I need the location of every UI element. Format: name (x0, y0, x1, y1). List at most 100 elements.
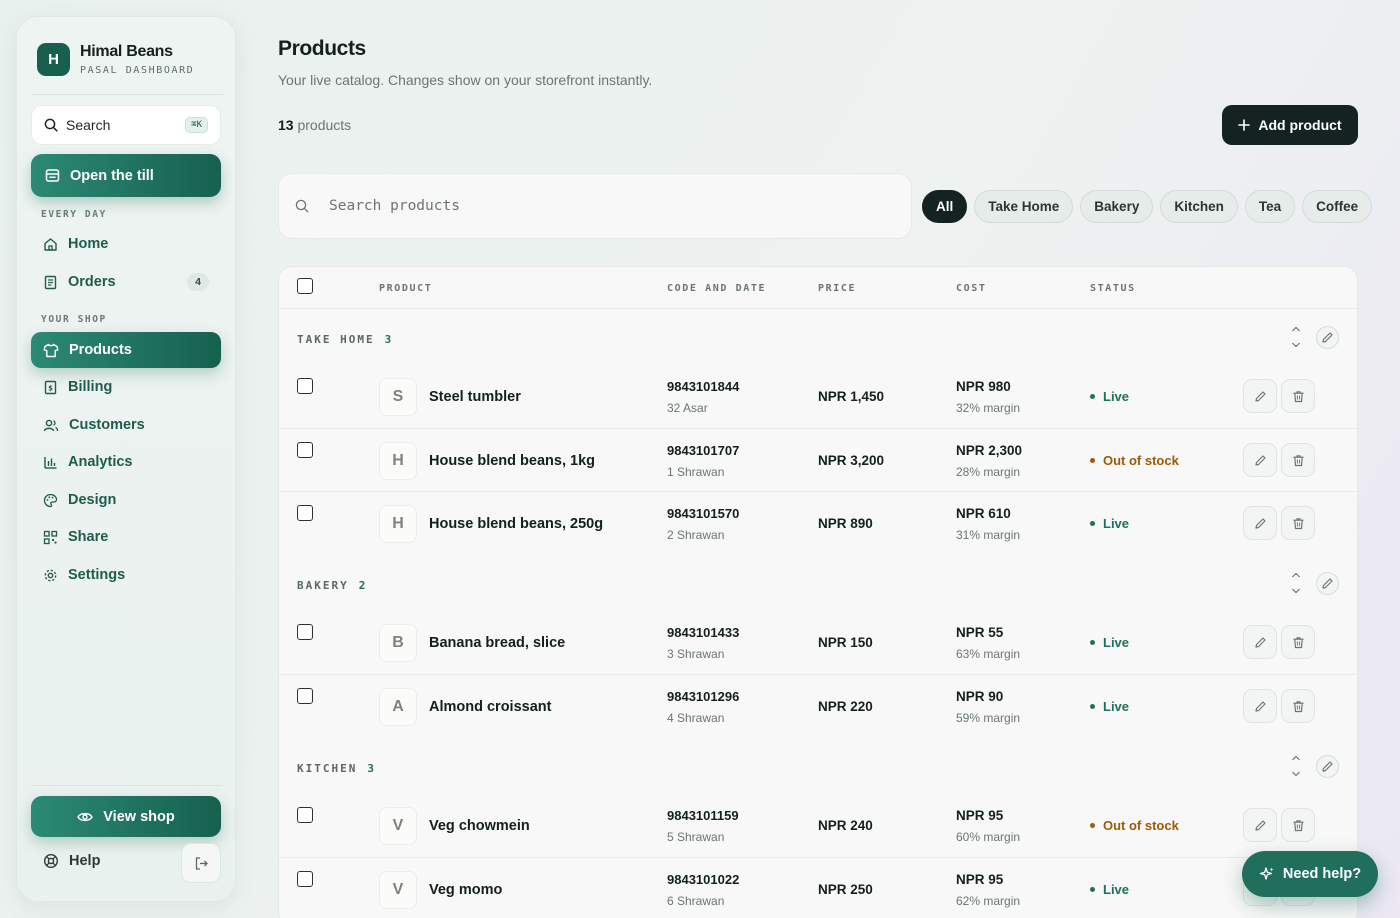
view-shop-label: View shop (103, 808, 175, 825)
trash-icon (1292, 517, 1305, 530)
row-checkbox[interactable] (297, 871, 313, 887)
filter-chip-tea[interactable]: Tea (1244, 190, 1296, 223)
product-code: 9843101844 (667, 379, 740, 394)
edit-product-button[interactable] (1243, 689, 1277, 723)
table-row[interactable]: V Veg chowmein 9843101159 5 Shrawan NPR 240 N… (279, 794, 1357, 857)
product-search-input[interactable] (329, 198, 849, 214)
product-cost: NPR 2,300 (956, 443, 1023, 458)
product-cost: NPR 980 (956, 379, 1011, 394)
sidebar-item-billing[interactable]: $ Billing (31, 369, 221, 405)
svg-text:$: $ (48, 384, 53, 392)
table-row[interactable]: A Almond croissant 9843101296 4 Shrawan NPR … (279, 674, 1357, 737)
edit-product-button[interactable] (1243, 443, 1277, 477)
product-margin: 63% margin (956, 647, 1021, 661)
filter-chip-kitchen[interactable]: Kitchen (1160, 190, 1238, 223)
sidebar-item-label: Products (69, 342, 132, 358)
row-checkbox[interactable] (297, 505, 313, 521)
table-row[interactable]: V Veg momo 9843101022 6 Shrawan NPR 250 NPR 9… (279, 857, 1357, 918)
reorder-handle-icon[interactable] (1291, 571, 1301, 595)
product-date: 1 Shrawan (667, 465, 725, 479)
group-title-label: BAKERY (297, 579, 349, 592)
table-row[interactable]: H House blend beans, 250g 9843101570 2 Shra… (279, 491, 1357, 554)
logout-button[interactable] (181, 843, 221, 883)
pencil-icon (1254, 700, 1267, 713)
sidebar-item-settings[interactable]: Settings (31, 557, 221, 593)
edit-product-button[interactable] (1243, 625, 1277, 659)
sidebar-item-share[interactable]: Share (31, 519, 221, 555)
sidebar-item-analytics[interactable]: Analytics (31, 444, 221, 480)
filter-chip-take-home[interactable]: Take Home (974, 190, 1074, 223)
group-count: 2 (358, 579, 366, 592)
sidebar-item-orders[interactable]: Orders 4 (31, 264, 221, 300)
column-header-cost: COST (956, 283, 987, 294)
product-thumbnail: V (379, 807, 417, 845)
filter-chip-all[interactable]: All (922, 190, 968, 223)
table-row[interactable]: S Steel tumbler 9843101844 32 Asar NPR 1,450… (279, 365, 1357, 428)
sidebar-item-customers[interactable]: Customers (31, 407, 221, 443)
row-checkbox[interactable] (297, 624, 313, 640)
sidebar-item-home[interactable]: Home (31, 226, 221, 262)
section-label-your-shop: YOUR SHOP (41, 314, 107, 325)
product-count: 13 products (278, 117, 351, 133)
row-checkbox[interactable] (297, 807, 313, 823)
view-shop-button[interactable]: View shop (31, 796, 221, 837)
pencil-icon (1254, 390, 1267, 403)
row-checkbox[interactable] (297, 688, 313, 704)
search-icon (44, 118, 58, 132)
product-name: Banana bread, slice (429, 635, 566, 651)
status-label: Out of stock (1103, 453, 1179, 468)
product-name: Veg chowmein (429, 818, 530, 834)
edit-group-button[interactable] (1316, 572, 1339, 595)
edit-product-button[interactable] (1243, 379, 1277, 413)
open-till-button[interactable]: Open the till (31, 154, 221, 197)
reorder-handle-icon[interactable] (1291, 325, 1301, 349)
row-checkbox[interactable] (297, 378, 313, 394)
product-code: 9843101159 (667, 808, 739, 823)
trash-icon (1292, 636, 1305, 649)
trash-icon (1292, 819, 1305, 832)
delete-product-button[interactable] (1281, 379, 1315, 413)
add-product-button[interactable]: Add product (1222, 105, 1358, 145)
filter-chip-bakery[interactable]: Bakery (1080, 190, 1154, 223)
sidebar-item-design[interactable]: Design (31, 482, 221, 518)
shortcut-badge: ⌘K (185, 117, 208, 133)
sidebar-search[interactable]: Search ⌘K (31, 105, 221, 145)
table-row[interactable]: H House blend beans, 1kg 9843101707 1 Shraw… (279, 428, 1357, 491)
delete-product-button[interactable] (1281, 506, 1315, 540)
sidebar-item-products[interactable]: Products (31, 332, 221, 368)
select-all-checkbox[interactable] (297, 278, 313, 294)
product-price: NPR 3,200 (818, 453, 885, 468)
product-margin: 31% margin (956, 528, 1021, 542)
edit-product-button[interactable] (1243, 808, 1277, 842)
delete-product-button[interactable] (1281, 808, 1315, 842)
edit-product-button[interactable] (1243, 506, 1277, 540)
qr-icon (43, 530, 58, 545)
table-row[interactable]: B Banana bread, slice 9843101433 3 Shrawan N… (279, 611, 1357, 674)
status-badge: Live (1090, 516, 1129, 531)
status-dot (1090, 823, 1095, 828)
product-name: Veg momo (429, 882, 503, 898)
status-label: Live (1103, 389, 1130, 404)
help-link[interactable]: Help (43, 853, 100, 869)
edit-group-button[interactable] (1316, 755, 1339, 778)
need-help-button[interactable]: Need help? (1242, 851, 1378, 897)
filter-chip-coffee[interactable]: Coffee (1302, 190, 1373, 223)
pencil-icon (1254, 819, 1267, 832)
status-badge: Live (1090, 882, 1129, 897)
lifebuoy-icon (43, 853, 59, 869)
delete-product-button[interactable] (1281, 443, 1315, 477)
delete-product-button[interactable] (1281, 625, 1315, 659)
delete-product-button[interactable] (1281, 689, 1315, 723)
product-code: 9843101433 (667, 625, 740, 640)
product-thumbnail: A (379, 688, 417, 726)
column-header-product: PRODUCT (379, 283, 433, 294)
reorder-handle-icon[interactable] (1291, 754, 1301, 778)
edit-group-button[interactable] (1316, 326, 1339, 349)
product-margin: 28% margin (956, 465, 1021, 479)
status-label: Live (1103, 699, 1130, 714)
product-price: NPR 220 (818, 699, 873, 714)
row-checkbox[interactable] (297, 442, 313, 458)
brand[interactable]: H Himal Beans PASAL DASHBOARD (37, 43, 194, 76)
add-product-label: Add product (1258, 117, 1342, 133)
sidebar-item-label: Home (68, 236, 109, 252)
